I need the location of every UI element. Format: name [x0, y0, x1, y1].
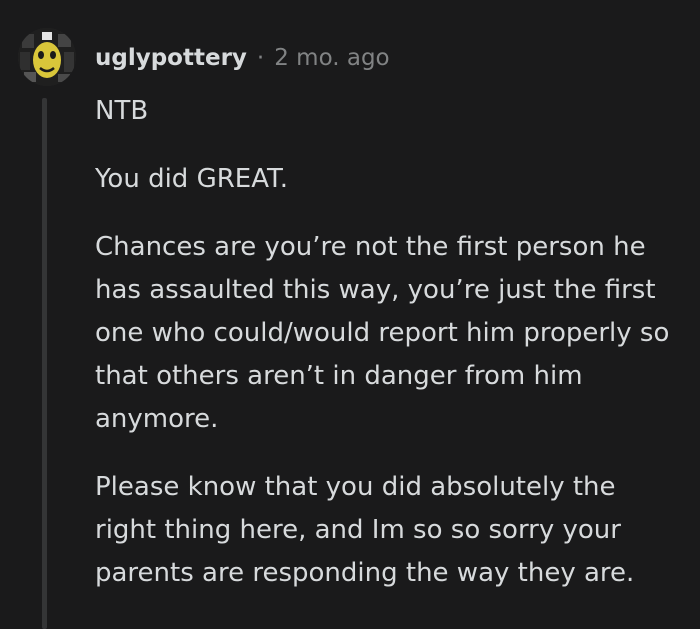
- comment-timestamp[interactable]: 2 mo. ago: [274, 45, 389, 71]
- user-avatar[interactable]: [18, 28, 76, 86]
- comment-paragraph: Chances are you’re not the first person …: [95, 232, 670, 434]
- comment-body: NTB You did GREAT. Chances are you’re no…: [95, 90, 675, 620]
- thread-collapse-line[interactable]: [42, 98, 47, 629]
- avatar-image: [18, 28, 76, 86]
- comment-paragraph: You did GREAT.: [95, 164, 289, 194]
- author-username[interactable]: uglypottery: [95, 45, 247, 71]
- comment: uglypottery · 2 mo. ago NTB You did GREA…: [0, 0, 700, 629]
- comment-paragraph: NTB: [95, 96, 149, 126]
- comment-header: uglypottery · 2 mo. ago: [95, 38, 390, 78]
- comment-paragraph: Please know that you did absolutely the …: [95, 472, 635, 588]
- meta-separator: ·: [256, 45, 265, 71]
